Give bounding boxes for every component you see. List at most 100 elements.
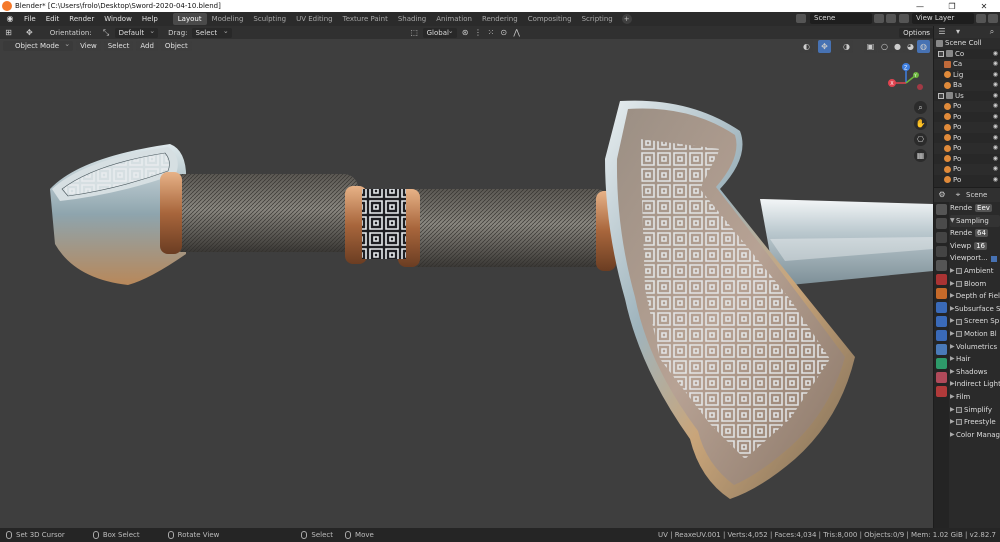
camera-view-icon[interactable]: ⎔ <box>914 133 927 146</box>
render-engine-dropdown[interactable]: Eev <box>975 204 992 213</box>
pan-hand-icon[interactable]: ✋ <box>914 117 927 130</box>
outliner-item[interactable]: Po ◉ <box>934 154 1000 165</box>
section-enable-checkbox[interactable] <box>956 419 962 426</box>
property-section[interactable]: ▶ Freestyle <box>950 416 1000 429</box>
tab-uv-editing[interactable]: UV Editing <box>291 13 338 25</box>
outliner-item[interactable]: Po ◉ <box>934 112 1000 123</box>
eye-icon[interactable]: ◉ <box>993 122 998 133</box>
minimize-button[interactable]: — <box>904 2 936 11</box>
eye-icon[interactable]: ◉ <box>993 112 998 123</box>
new-scene-icon[interactable] <box>874 14 884 23</box>
view-layer-field[interactable]: View Layer <box>912 13 974 24</box>
filter-icon[interactable]: ▾ <box>952 27 964 37</box>
new-view-layer-icon[interactable] <box>976 14 986 23</box>
zoom-icon[interactable]: ⌕ <box>914 101 927 114</box>
data-tab-icon[interactable] <box>936 358 947 369</box>
add-menu[interactable]: Add <box>136 40 158 51</box>
texture-tab-icon[interactable] <box>936 386 947 397</box>
menu-help[interactable]: Help <box>137 12 163 26</box>
pivot-point-icon[interactable]: ⊛ <box>461 28 470 38</box>
eye-icon[interactable]: ◉ <box>993 91 998 102</box>
outliner-item[interactable]: Ba ◉ <box>934 80 1000 91</box>
eye-icon[interactable]: ◉ <box>993 133 998 144</box>
transform-orientation-dropdown[interactable]: Global <box>422 26 457 38</box>
eye-icon[interactable]: ◉ <box>993 175 998 186</box>
tab-texture-paint[interactable]: Texture Paint <box>338 13 393 25</box>
property-section[interactable]: ▶ Bloom <box>950 278 1000 291</box>
object-menu[interactable]: Object <box>160 40 192 51</box>
outliner-editor-icon[interactable]: ☰ <box>936 27 948 37</box>
property-section[interactable]: ▶ Shadows <box>950 366 1000 379</box>
material-tab-icon[interactable] <box>936 372 947 383</box>
world-tab-icon[interactable] <box>936 274 947 285</box>
viewport-denoise-checkbox[interactable] <box>990 255 997 262</box>
3d-viewport[interactable]: Object Mode View Select Add Object ◐ ✥ ◑… <box>0 39 933 528</box>
eye-icon[interactable]: ◉ <box>993 59 998 70</box>
tab-layout[interactable]: Layout <box>172 13 207 25</box>
tab-modeling[interactable]: Modeling <box>207 13 249 25</box>
options-dropdown[interactable]: Options <box>899 26 934 38</box>
snap-target-icon[interactable]: ⁙ <box>486 28 495 38</box>
snap-icon[interactable]: ⋮ <box>474 28 483 38</box>
menu-render[interactable]: Render <box>64 12 99 26</box>
eye-icon[interactable]: ◉ <box>993 80 998 91</box>
exclude-checkbox[interactable] <box>938 92 944 99</box>
menu-edit[interactable]: Edit <box>41 12 65 26</box>
eye-icon[interactable]: ◉ <box>993 70 998 81</box>
outliner-scene-collection[interactable]: Scene Coll <box>934 38 1000 49</box>
section-enable-checkbox[interactable] <box>956 331 962 338</box>
section-enable-checkbox[interactable] <box>956 280 962 287</box>
editor-type-icon[interactable]: ⊞ <box>4 28 13 38</box>
perspective-grid-icon[interactable]: ▦ <box>914 149 927 162</box>
eye-icon[interactable]: ◉ <box>993 101 998 112</box>
viewport-samples-field[interactable]: 16 <box>974 242 987 251</box>
property-section[interactable]: ▶ Subsurface S <box>950 303 1000 316</box>
falloff-icon[interactable]: ⋀ <box>512 28 521 38</box>
property-section[interactable]: ▶ Volumetrics <box>950 341 1000 354</box>
tab-rendering[interactable]: Rendering <box>477 13 523 25</box>
orientation-dropdown[interactable]: Default <box>114 26 159 38</box>
physics-tab-icon[interactable] <box>936 330 947 341</box>
property-section[interactable]: ▶ Simplify <box>950 404 1000 417</box>
outliner-item[interactable]: Us ◉ <box>934 91 1000 102</box>
scene-field[interactable]: Scene <box>810 13 872 24</box>
outliner-item[interactable]: Po ◉ <box>934 101 1000 112</box>
outliner-item[interactable]: Po ◉ <box>934 164 1000 175</box>
sampling-section[interactable]: ▼ Sampling <box>950 214 1000 228</box>
particles-tab-icon[interactable] <box>936 316 947 327</box>
blender-menu-icon[interactable]: ◉ <box>4 14 16 24</box>
view-layer-tab-icon[interactable] <box>936 246 947 257</box>
outliner-item[interactable]: Ca ◉ <box>934 59 1000 70</box>
property-section[interactable]: ▶ Film <box>950 391 1000 404</box>
view-layer-icon[interactable] <box>899 14 909 23</box>
eye-icon[interactable]: ◉ <box>993 164 998 175</box>
object-tab-icon[interactable] <box>936 288 947 299</box>
maximize-button[interactable]: ❐ <box>936 2 968 11</box>
property-section[interactable]: ▶ Motion Bl <box>950 328 1000 341</box>
outliner-item[interactable]: Lig ◉ <box>934 70 1000 81</box>
exclude-checkbox[interactable] <box>938 50 944 57</box>
properties-editor-icon[interactable]: ⚙ <box>936 190 948 200</box>
outliner-item[interactable]: Po ◉ <box>934 122 1000 133</box>
property-section[interactable]: ▶ Color Manag <box>950 429 1000 442</box>
tab-compositing[interactable]: Compositing <box>523 13 577 25</box>
property-section[interactable]: ▶ Depth of Fiel <box>950 290 1000 303</box>
property-section[interactable]: ▶ Ambient <box>950 265 1000 278</box>
tab-animation[interactable]: Animation <box>431 13 477 25</box>
object-mode-dropdown[interactable]: Object Mode <box>3 39 74 51</box>
output-tab-icon[interactable] <box>936 232 947 243</box>
navigation-gizmo[interactable]: Z X Y <box>884 61 928 105</box>
render-tab-icon[interactable] <box>936 218 947 229</box>
transform-tool-icon[interactable]: ✥ <box>25 28 34 38</box>
proportional-edit-icon[interactable]: ⊙ <box>499 28 508 38</box>
outliner-search-icon[interactable]: ⌕ <box>986 27 998 37</box>
delete-scene-icon[interactable] <box>886 14 896 23</box>
eye-icon[interactable]: ◉ <box>993 49 998 60</box>
menu-file[interactable]: File <box>19 12 41 26</box>
outliner-item[interactable]: Po ◉ <box>934 143 1000 154</box>
constraints-tab-icon[interactable] <box>936 344 947 355</box>
render-samples-field[interactable]: 64 <box>975 229 988 238</box>
section-enable-checkbox[interactable] <box>956 406 962 413</box>
property-section[interactable]: ▶ Hair <box>950 353 1000 366</box>
menu-window[interactable]: Window <box>99 12 137 26</box>
